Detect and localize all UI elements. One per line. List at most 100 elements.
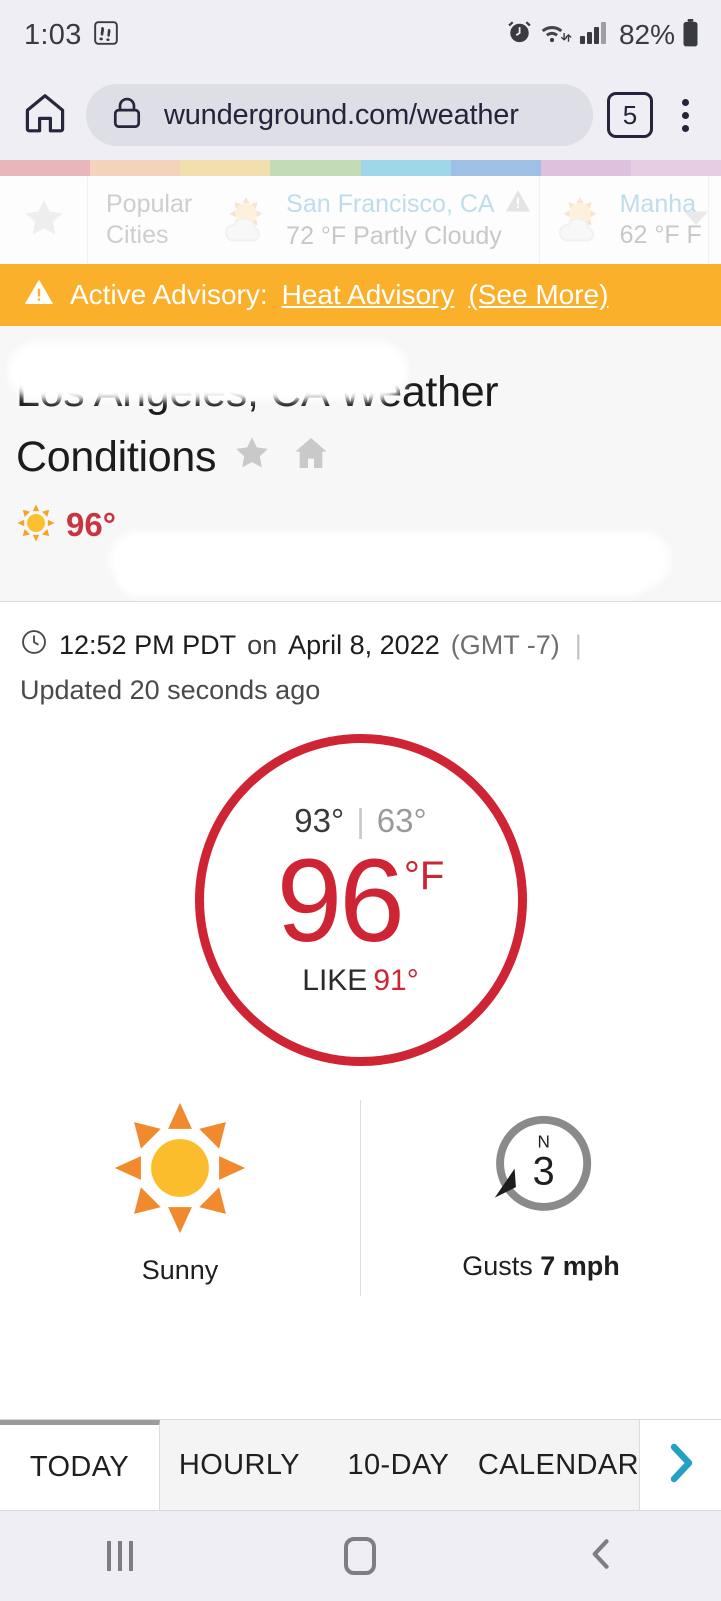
status-time: 1:03	[24, 18, 82, 51]
carousel-city-0-cond: 72 °F Partly Cloudy	[286, 222, 502, 251]
wind-compass-icon: N 3	[475, 1100, 607, 1237]
browser-menu-button[interactable]	[667, 98, 703, 132]
observation-gmt: (GMT -7)	[450, 630, 560, 660]
feels-like-value: 91°	[373, 964, 419, 997]
partly-cloudy-icon	[546, 187, 614, 254]
url-text: wunderground.com/weather	[164, 98, 519, 131]
back-chevron-icon	[584, 1535, 618, 1578]
wind-gusts-label: Gusts 7 mph	[462, 1251, 620, 1282]
kebab-menu-icon	[681, 98, 689, 106]
stripe-segment-7	[630, 160, 721, 176]
stripe-segment-3	[270, 160, 361, 176]
redaction-mark-low	[118, 562, 648, 596]
battery-percent: 82%	[618, 19, 675, 50]
carousel-city-0-name: San Francisco, CA	[286, 189, 495, 218]
battery-icon	[682, 18, 699, 52]
current-temperature: 96 °F	[277, 842, 445, 960]
forecast-tabs: TODAY HOURLY 10-DAY CALENDAR	[0, 1419, 721, 1511]
observation-date: April 8, 2022	[288, 630, 440, 660]
observation-line: 12:52 PM PDT on April 8, 2022 (GMT -7) |	[20, 628, 701, 663]
home-icon	[21, 89, 69, 142]
wind-condition-cell: N 3 Gusts 7 mph	[360, 1100, 721, 1296]
nav-home-button[interactable]	[240, 1537, 480, 1575]
sky-condition-label: Sunny	[141, 1255, 219, 1285]
status-bar-left: 1:03	[24, 19, 119, 52]
stripe-segment-1	[90, 160, 181, 176]
current-temperature-circle: 93° | 63° 96 °F LIKE 91°	[194, 734, 527, 1066]
tab-calendar[interactable]: CALENDAR	[478, 1420, 639, 1510]
stripe-segment-2	[180, 160, 271, 176]
wind-gusts-value: 7 mph	[540, 1251, 620, 1281]
feels-like-label: LIKE	[302, 964, 368, 997]
house-icon[interactable]	[290, 427, 332, 492]
observation-separator: |	[574, 630, 582, 660]
temperature-gradient-stripe	[0, 160, 721, 176]
stripe-segment-4	[360, 160, 451, 176]
clock-icon	[20, 628, 48, 663]
current-temperature-value: 96	[276, 835, 405, 967]
advisory-link[interactable]: Heat Advisory	[282, 279, 455, 311]
page-header: Los Angeles, CA Weather Conditions 96°	[0, 326, 721, 602]
nav-recents-button[interactable]	[0, 1541, 240, 1571]
recents-icon	[107, 1541, 134, 1571]
home-square-icon	[344, 1537, 377, 1575]
browser-home-button[interactable]	[18, 88, 72, 142]
observation-time: 12:52 PM PDT	[59, 630, 237, 660]
alarm-icon	[506, 19, 533, 51]
web-page: Popular Cities San Francisco, CA 72 °F P…	[0, 160, 721, 1511]
carousel-city-0-text: San Francisco, CA 72 °F Partly Cloudy	[286, 187, 532, 252]
star-icon[interactable]	[232, 427, 272, 492]
page-title-actions	[232, 427, 332, 492]
current-conditions-circle-zone: 93° | 63° 96 °F LIKE 91°	[0, 706, 721, 1066]
popular-label-line1: Popular	[106, 189, 193, 218]
redaction-mark-top	[8, 342, 408, 400]
carousel-city-0[interactable]: San Francisco, CA 72 °F Partly Cloudy	[206, 176, 540, 264]
wifi-icon	[540, 19, 572, 51]
svg-text:3: 3	[533, 1149, 555, 1193]
popular-cities-label: Popular Cities	[88, 189, 206, 252]
feels-like-row: LIKE 91°	[302, 964, 418, 998]
observation-updated: Updated 20 seconds ago	[20, 675, 321, 705]
tab-today[interactable]: TODAY	[0, 1420, 160, 1510]
partly-cloudy-icon	[212, 187, 280, 254]
advisory-banner[interactable]: Active Advisory: Heat Advisory (See More…	[0, 264, 721, 326]
nav-back-button[interactable]	[481, 1535, 721, 1578]
tabs-next-button[interactable]	[639, 1420, 721, 1510]
stripe-segment-5	[450, 160, 541, 176]
header-temperature: 96°	[66, 506, 116, 544]
lock-icon	[108, 94, 146, 137]
sky-condition-cell: Sunny	[0, 1100, 360, 1296]
popular-label-line2: Cities	[106, 221, 169, 249]
alert-triangle-icon	[503, 187, 533, 221]
phone-screen: 1:03 82% wunderground.com/weather 5 Popu…	[0, 0, 721, 1601]
wind-gusts-prefix: Gusts	[462, 1251, 533, 1281]
status-bar-right: 82%	[506, 18, 699, 52]
system-nav-bar	[0, 1511, 721, 1601]
address-bar[interactable]: wunderground.com/weather	[86, 84, 593, 146]
stripe-segment-0	[0, 160, 91, 176]
footsteps-icon	[93, 20, 119, 51]
advisory-prefix: Active Advisory:	[70, 279, 268, 310]
tab-count-button[interactable]: 5	[607, 92, 653, 138]
carousel-expand-button[interactable]	[681, 207, 711, 234]
status-bar: 1:03 82%	[0, 0, 721, 70]
cellular-signal-icon	[579, 20, 609, 51]
chevron-right-icon	[659, 1439, 703, 1492]
sun-icon	[16, 503, 56, 548]
conditions-row: Sunny N 3 Gusts 7 mph	[0, 1066, 721, 1296]
warning-triangle-icon	[22, 276, 56, 315]
favorites-star-button[interactable]	[0, 176, 88, 264]
tab-10-day[interactable]: 10-DAY	[319, 1420, 478, 1510]
observation-time-block: 12:52 PM PDT on April 8, 2022 (GMT -7) |…	[0, 602, 721, 706]
popular-cities-carousel[interactable]: Popular Cities San Francisco, CA 72 °F P…	[0, 176, 721, 264]
stripe-segment-6	[540, 160, 631, 176]
sun-icon	[112, 1100, 248, 1241]
observation-on: on	[247, 630, 278, 660]
chevron-down-icon	[681, 211, 711, 233]
browser-toolbar: wunderground.com/weather 5	[0, 70, 721, 160]
star-icon	[21, 195, 67, 246]
advisory-see-more-link[interactable]: (See More)	[468, 279, 608, 311]
tab-hourly[interactable]: HOURLY	[160, 1420, 319, 1510]
current-temperature-unit: °F	[403, 854, 445, 898]
